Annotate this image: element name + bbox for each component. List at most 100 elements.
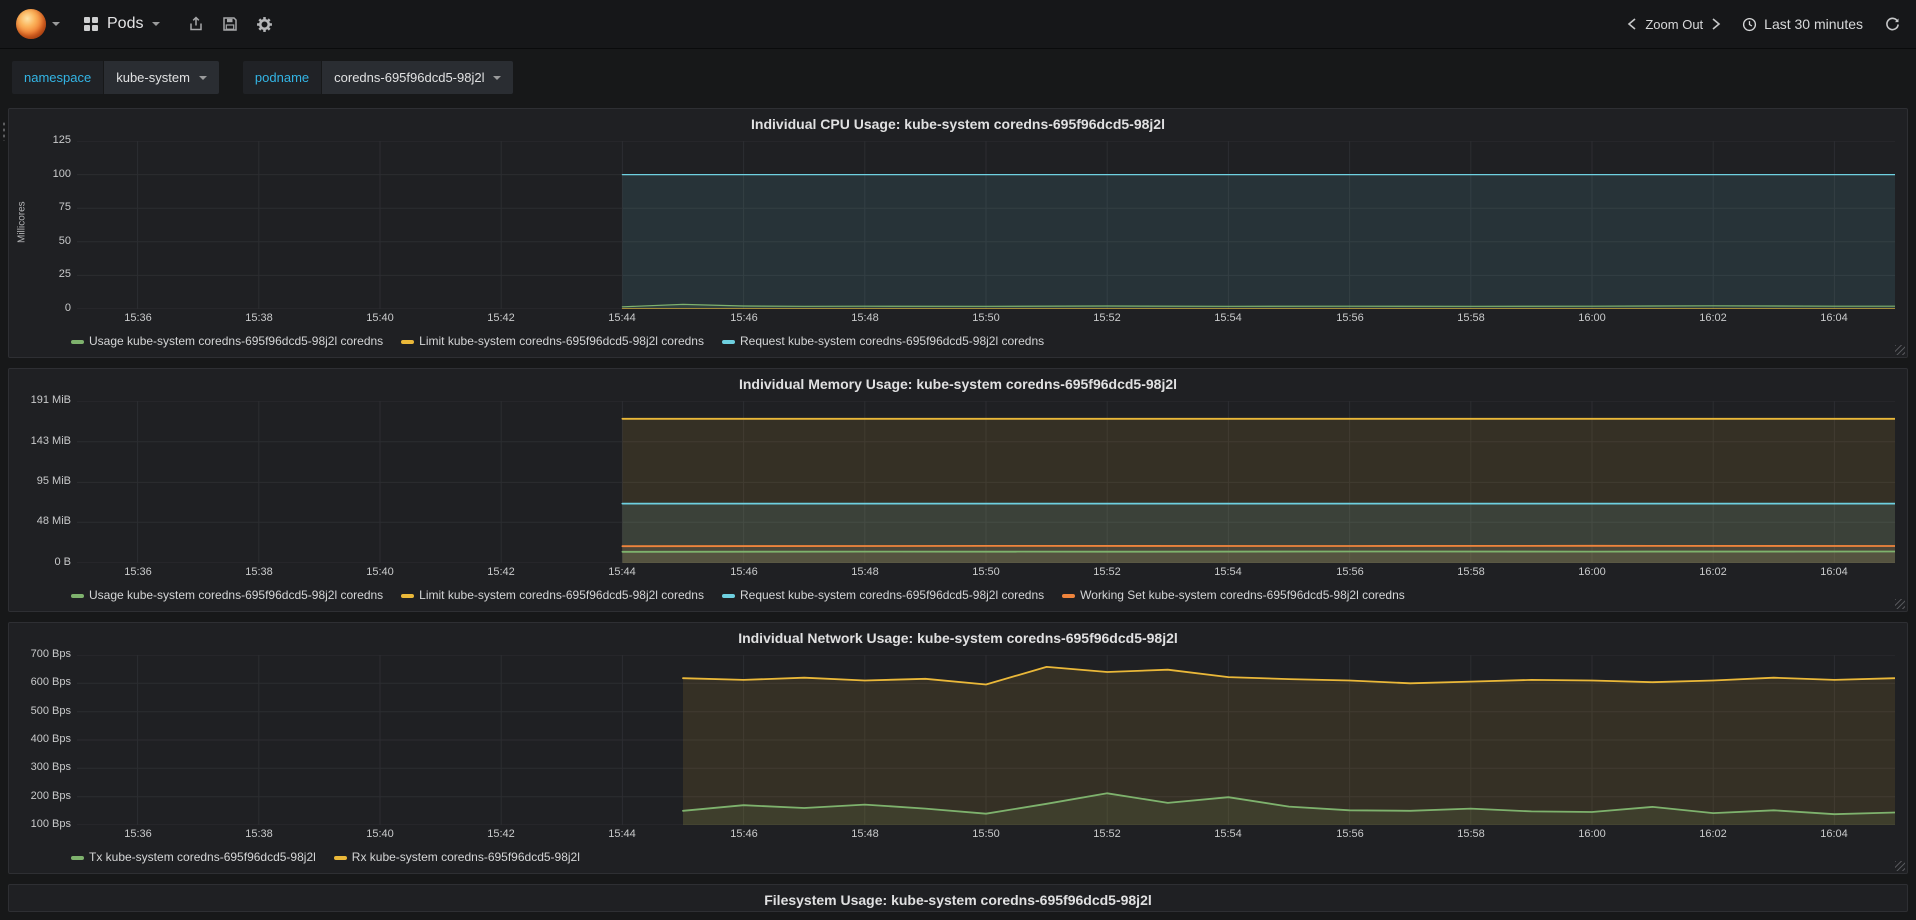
y-axis-title: Millicores [16, 201, 28, 243]
legend-series-swatch [1062, 593, 1076, 598]
y-tick-label: 500 Bps [30, 705, 71, 717]
x-tick-label: 15:58 [1457, 828, 1485, 840]
panel-resize-handle[interactable] [1895, 861, 1905, 871]
x-tick-label: 15:48 [851, 566, 879, 578]
variable-podname-dropdown[interactable]: coredns-695f96dcd5-98j2l [322, 61, 514, 94]
time-range-picker[interactable]: Last 30 minutes [1742, 16, 1863, 32]
x-tick-label: 15:52 [1093, 312, 1121, 324]
panel-filesystem-usage: Filesystem Usage: kube-system coredns-69… [8, 884, 1908, 912]
legend-series-swatch [333, 855, 347, 860]
x-tick-label: 16:02 [1699, 566, 1727, 578]
legend-series-swatch [71, 593, 84, 598]
panel-memory-usage: Individual Memory Usage: kube-system cor… [8, 368, 1908, 612]
caret-down-icon [198, 75, 207, 80]
caret-down-icon [493, 75, 502, 80]
x-tick-label: 15:40 [366, 828, 394, 840]
y-tick-label: 100 Bps [30, 818, 71, 830]
legend-item[interactable]: Usage kube-system coredns-695f96dcd5-98j… [71, 334, 383, 349]
panel-resize-handle[interactable] [1895, 345, 1905, 355]
x-tick-label: 16:00 [1578, 828, 1606, 840]
memory-usage-chart: 0 B 48 MiB 95 MiB 143 MiB 191 MiB 15:36 15:38 1… [15, 394, 1899, 585]
legend-series-label: Limit kube-system coredns-695f96dcd5-98j… [419, 334, 704, 348]
x-tick-label: 16:04 [1820, 566, 1848, 578]
legend-item[interactable]: Limit kube-system coredns-695f96dcd5-98j… [401, 334, 704, 349]
panel-drag-handle[interactable] [2, 121, 6, 141]
x-tick-label: 15:58 [1457, 566, 1485, 578]
panel-title[interactable]: Filesystem Usage: kube-system coredns-69… [9, 885, 1907, 911]
x-tick-label: 16:00 [1578, 312, 1606, 324]
legend-series-swatch [71, 855, 84, 860]
x-tick-label: 16:02 [1699, 312, 1727, 324]
chart-plot-area[interactable] [77, 141, 1895, 309]
legend-series-label: Tx kube-system coredns-695f96dcd5-98j2l [89, 850, 316, 864]
save-icon[interactable] [222, 16, 238, 32]
chart-plot-area[interactable] [77, 655, 1895, 825]
refresh-icon[interactable] [1885, 17, 1900, 32]
legend-item[interactable]: Request kube-system coredns-695f96dcd5-9… [721, 588, 1045, 603]
y-tick-label: 95 MiB [36, 475, 71, 487]
legend-item[interactable]: Request kube-system coredns-695f96dcd5-9… [721, 334, 1045, 349]
x-tick-label: 15:50 [972, 312, 1000, 324]
panel-title[interactable]: Individual Network Usage: kube-system co… [9, 623, 1907, 649]
cpu-usage-chart: 0 25 50 75 100 125 15:36 15:38 15:40 15:42 15:44 15… [15, 134, 1899, 331]
panel-title[interactable]: Individual CPU Usage: kube-system coredn… [9, 109, 1907, 135]
network-usage-chart: 100 Bps 200 Bps 300 Bps 400 Bps 500 Bps 600 B… [15, 648, 1899, 847]
variable-podname-value: coredns-695f96dcd5-98j2l [334, 70, 485, 85]
dashboard-panels: Individual CPU Usage: kube-system coredn… [0, 104, 1916, 912]
x-tick-label: 15:46 [730, 828, 758, 840]
panel-title[interactable]: Individual Memory Usage: kube-system cor… [9, 369, 1907, 395]
caret-down-icon [152, 22, 161, 26]
y-tick-label: 300 Bps [30, 761, 71, 773]
y-tick-label: 200 Bps [30, 790, 71, 802]
chart-plot-area[interactable] [77, 401, 1895, 563]
template-variables-row: namespace kube-system podname coredns-69… [0, 49, 1916, 104]
time-shift-forward-icon[interactable] [1706, 17, 1726, 31]
y-tick-label: 700 Bps [30, 648, 71, 660]
legend-series-swatch [401, 593, 415, 598]
grafana-menu-button[interactable] [16, 9, 60, 39]
panel-network-usage: Individual Network Usage: kube-system co… [8, 622, 1908, 874]
caret-down-icon [52, 22, 60, 26]
x-tick-label: 15:52 [1093, 566, 1121, 578]
variable-namespace: namespace kube-system [12, 61, 219, 94]
share-icon[interactable] [188, 16, 204, 32]
legend-item[interactable]: Limit kube-system coredns-695f96dcd5-98j… [401, 588, 704, 603]
x-tick-label: 16:00 [1578, 566, 1606, 578]
settings-gear-icon[interactable] [256, 16, 273, 33]
y-tick-label: 600 Bps [30, 676, 71, 688]
cpu-chart-legend: Usage kube-system coredns-695f96dcd5-98j… [9, 331, 1907, 357]
legend-item[interactable]: Usage kube-system coredns-695f96dcd5-98j… [71, 588, 383, 603]
panel-resize-handle[interactable] [1895, 599, 1905, 609]
x-tick-label: 15:36 [124, 312, 152, 324]
x-tick-label: 16:04 [1820, 828, 1848, 840]
x-tick-label: 15:38 [245, 566, 273, 578]
x-tick-label: 16:02 [1699, 828, 1727, 840]
x-tick-label: 15:52 [1093, 828, 1121, 840]
time-shift-back-icon[interactable] [1622, 17, 1642, 31]
legend-series-label: Request kube-system coredns-695f96dcd5-9… [739, 334, 1045, 348]
zoom-out-button[interactable]: Zoom Out [1642, 17, 1706, 32]
x-tick-label: 15:40 [366, 312, 394, 324]
x-tick-label: 15:44 [608, 312, 636, 324]
variable-namespace-dropdown[interactable]: kube-system [104, 61, 219, 94]
dashboard-picker-button[interactable]: Pods [84, 15, 161, 33]
memory-chart-legend: Usage kube-system coredns-695f96dcd5-98j… [9, 585, 1907, 611]
legend-series-label: Usage kube-system coredns-695f96dcd5-98j… [89, 334, 384, 348]
x-tick-label: 15:54 [1214, 828, 1242, 840]
legend-series-swatch [401, 339, 415, 344]
legend-series-swatch [71, 339, 84, 344]
x-tick-label: 15:44 [608, 566, 636, 578]
legend-series-label: Request kube-system coredns-695f96dcd5-9… [739, 588, 1045, 602]
legend-series-label: Working Set kube-system coredns-695f96dc… [1080, 588, 1405, 602]
variable-podname: podname coredns-695f96dcd5-98j2l [242, 61, 514, 94]
legend-item[interactable]: Rx kube-system coredns-695f96dcd5-98j2l [333, 850, 580, 865]
legend-item[interactable]: Tx kube-system coredns-695f96dcd5-98j2l [71, 850, 316, 865]
x-tick-label: 15:48 [851, 828, 879, 840]
panel-cpu-usage: Individual CPU Usage: kube-system coredn… [8, 108, 1908, 358]
x-tick-label: 15:42 [487, 566, 515, 578]
y-tick-label: 0 B [54, 556, 71, 568]
legend-series-swatch [721, 593, 735, 598]
legend-item[interactable]: Working Set kube-system coredns-695f96dc… [1062, 588, 1405, 603]
variable-namespace-value: kube-system [116, 70, 190, 85]
variable-podname-label: podname [242, 61, 322, 94]
